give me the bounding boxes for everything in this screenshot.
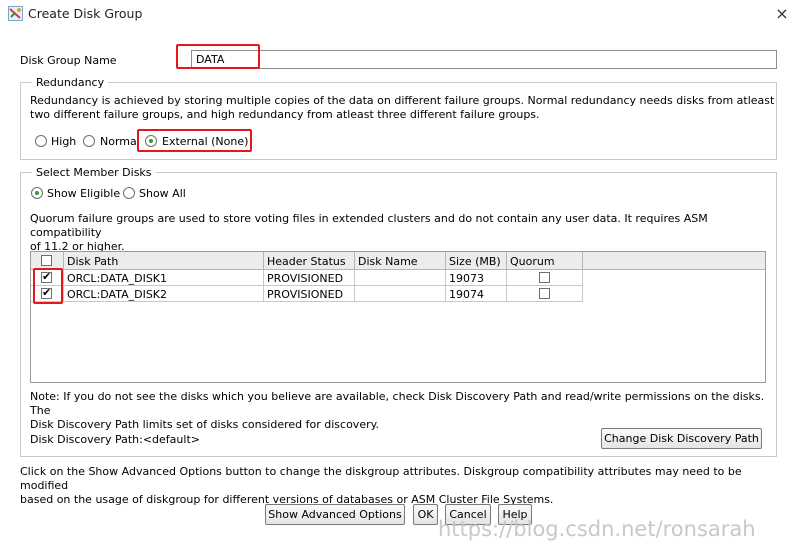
row-2-status[interactable]: PROVISIONED: [264, 286, 355, 302]
footer-info-line1: Click on the Show Advanced Options butto…: [20, 465, 742, 492]
row-2-quorum-checkbox[interactable]: [539, 288, 550, 299]
highlight-external-box: [137, 129, 252, 152]
redundancy-description-line2: two different failure groups, and high r…: [30, 108, 540, 121]
radio-high[interactable]: [35, 135, 47, 147]
redundancy-description: Redundancy is achieved by storing multip…: [30, 94, 775, 122]
discovery-note: Note: If you do not see the disks which …: [30, 390, 775, 432]
discovery-note-line1: Note: If you do not see the disks which …: [30, 390, 765, 417]
disk-group-icon: [8, 6, 23, 21]
radio-normal[interactable]: [83, 135, 95, 147]
col-disk-path[interactable]: Disk Path: [64, 252, 264, 270]
window-title: Create Disk Group: [28, 6, 143, 21]
row-1-quorum-checkbox[interactable]: [539, 272, 550, 283]
select-all-checkbox[interactable]: [41, 255, 52, 266]
highlight-selected-rows-box: [33, 268, 63, 304]
disk-group-name-input[interactable]: DATA: [191, 50, 777, 69]
ok-button[interactable]: OK: [413, 504, 438, 525]
row-1-status[interactable]: PROVISIONED: [264, 270, 355, 286]
highlight-name-box: [176, 44, 260, 69]
quorum-note-line1: Quorum failure groups are used to store …: [30, 212, 708, 239]
member-disks-legend: Select Member Disks: [32, 166, 156, 179]
change-discovery-path-button[interactable]: Change Disk Discovery Path: [601, 428, 762, 449]
disk-group-name-label: Disk Group Name: [20, 54, 117, 67]
row-1-quorum[interactable]: [507, 270, 583, 286]
title-bar: Create Disk Group ×: [0, 0, 799, 28]
radio-show-all[interactable]: [123, 187, 135, 199]
radio-show-eligible[interactable]: [31, 187, 43, 199]
quorum-note: Quorum failure groups are used to store …: [30, 212, 775, 254]
row-2-size[interactable]: 19074: [446, 286, 507, 302]
col-disk-name[interactable]: Disk Name: [355, 252, 446, 270]
footer-info: Click on the Show Advanced Options butto…: [20, 465, 777, 507]
redundancy-description-line1: Redundancy is achieved by storing multip…: [30, 94, 775, 107]
row-2-name[interactable]: [355, 286, 446, 302]
disk-table: Disk Path Header Status Disk Name Size (…: [30, 251, 766, 383]
row-2-quorum[interactable]: [507, 286, 583, 302]
col-quorum[interactable]: Quorum: [507, 252, 583, 270]
radio-normal-label[interactable]: Norma: [100, 135, 136, 148]
radio-show-eligible-label[interactable]: Show Eligible: [47, 187, 120, 200]
col-header-status[interactable]: Header Status: [264, 252, 355, 270]
header-filler: [583, 252, 765, 270]
row-1-name[interactable]: [355, 270, 446, 286]
redundancy-legend: Redundancy: [32, 76, 109, 89]
row-1-size[interactable]: 19073: [446, 270, 507, 286]
show-advanced-options-button[interactable]: Show Advanced Options: [265, 504, 405, 525]
radio-high-label[interactable]: High: [51, 135, 76, 148]
row-2-path[interactable]: ORCL:DATA_DISK2: [64, 286, 264, 302]
discovery-path-label: Disk Discovery Path:<default>: [30, 433, 200, 446]
col-size[interactable]: Size (MB): [446, 252, 507, 270]
watermark-text: https://blog.csdn.net/ronsarah: [438, 517, 756, 541]
close-icon[interactable]: ×: [771, 3, 793, 25]
row-1-path[interactable]: ORCL:DATA_DISK1: [64, 270, 264, 286]
radio-show-all-label[interactable]: Show All: [139, 187, 186, 200]
